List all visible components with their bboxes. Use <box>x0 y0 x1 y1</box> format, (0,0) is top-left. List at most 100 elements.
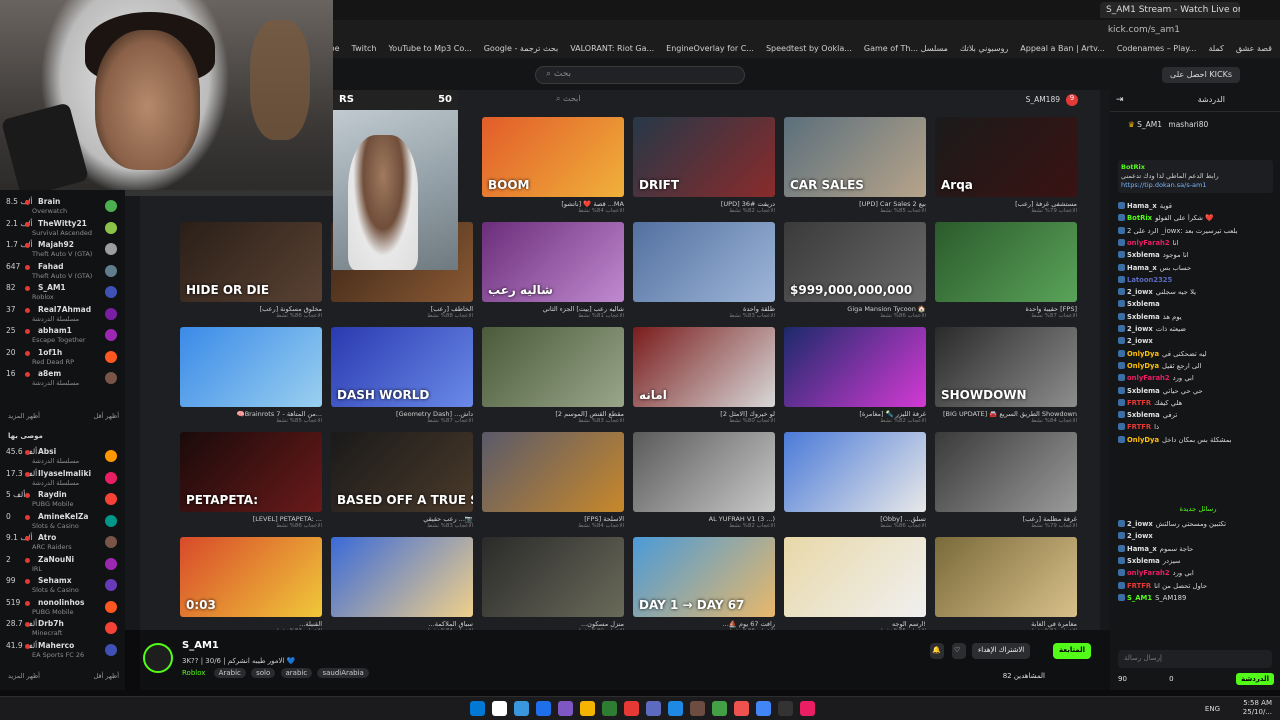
game-thumbnail[interactable]: DRIFT <box>633 117 775 197</box>
channel-avatar[interactable] <box>105 557 117 570</box>
game-title[interactable]: رعب حقيقي ...📷 <box>331 515 473 523</box>
taskbar-app-icon[interactable] <box>756 701 771 716</box>
game-title[interactable]: طلقة واحدة <box>633 305 775 313</box>
points-count[interactable]: 90 <box>1118 675 1127 683</box>
game-title[interactable]: 🧠Brainrots من المتاهة - 7... <box>180 410 322 418</box>
bookmark-item[interactable]: Google - بحث ترجمة <box>484 44 558 56</box>
channel-name[interactable]: abham1 <box>38 326 72 335</box>
bell-icon[interactable]: 🔔 <box>930 643 944 659</box>
bookmark-item[interactable]: قصة عشق <box>1236 44 1272 56</box>
channel-name[interactable]: a8em <box>38 369 61 378</box>
show-more-link[interactable]: أظهر المزيد <box>8 672 40 680</box>
get-kicks-button[interactable]: احصل على KICKs <box>1162 67 1240 83</box>
bookmark-item[interactable]: كملة <box>1208 44 1223 56</box>
language-indicator[interactable]: ENG <box>1205 705 1220 713</box>
channel-avatar[interactable] <box>105 579 117 591</box>
sidebar-channel[interactable]: 41.9 ألف Maherco EA Sports FC 26 <box>0 640 125 661</box>
game-tile[interactable]: مقطع القنص [الموسم 2] الاعجاب 83% نشط <box>482 327 624 424</box>
game-thumbnail[interactable]: HIDE OR DIE <box>180 222 322 302</box>
game-thumbnail[interactable]: Arqa <box>935 117 1077 197</box>
sidebar-channel[interactable]: 647 Fahad Theft Auto V (GTA) <box>0 261 125 282</box>
game-title[interactable]: [UPD] Car Sales 2 بيع <box>784 200 926 208</box>
chat-username[interactable]: Sxblema <box>1127 557 1160 565</box>
game-thumbnail[interactable] <box>482 537 624 617</box>
sidebar-channel[interactable]: 82 S_AM1 Roblox <box>0 282 125 303</box>
sidebar-channel[interactable]: 1.7 ألفMajah92Theft Auto V (GTA) <box>0 239 125 260</box>
sidebar-channel[interactable]: 9.1 ألفAtroARC Raiders <box>0 532 125 553</box>
game-tile[interactable]: DAY 1 → DAY 67...⛵ رافت 67 يومالاعجاب 88… <box>633 537 775 634</box>
sidebar-channel[interactable]: 20 1of1h Red Dead RP <box>0 347 125 368</box>
roblox-username[interactable]: S_AM189 <box>1026 95 1060 104</box>
sidebar-channel[interactable]: 2 ZaNouNi IRL <box>0 554 125 575</box>
tag-pill[interactable]: saudiArabia <box>317 668 369 678</box>
show-more-link[interactable]: أظهر المزيد <box>8 412 40 420</box>
game-title[interactable]: ...سباق الملاكمة <box>331 620 473 628</box>
chat-username[interactable]: Hama_x <box>1127 264 1157 272</box>
game-thumbnail[interactable] <box>935 432 1077 512</box>
channel-name[interactable]: AmineKelZa <box>38 512 88 521</box>
game-title[interactable]: ارسم الوجه! <box>784 620 926 628</box>
pinned-link[interactable]: https://tip.dokan.sa/s-am1 <box>1121 181 1207 189</box>
channel-avatar[interactable] <box>105 643 117 656</box>
game-tile[interactable]: مغامرة في الغابةالاعجاب 81% نشط <box>935 537 1077 634</box>
bookmark-item[interactable]: Twitch <box>352 44 377 56</box>
sidebar-channel[interactable]: 8.5 ألفBrainOverwatch <box>0 196 125 217</box>
bookmark-item[interactable]: روسبوني بلاتك <box>960 44 1008 56</box>
game-title[interactable]: [LEVEL] PETAPETA: ... <box>180 515 322 523</box>
system-clock[interactable]: 5:58 AM 25/10/... <box>1243 699 1272 717</box>
game-thumbnail[interactable] <box>482 432 624 512</box>
channel-name[interactable]: Maherco <box>38 641 74 650</box>
game-thumbnail[interactable]: 0:03 <box>180 537 322 617</box>
game-tile[interactable]: AL YUFRAH V1 (3 ...) الاعجاب 82% نشط <box>633 432 775 529</box>
game-tile[interactable]: ارسم الوجه!الاعجاب 85% نشط <box>784 537 926 634</box>
game-tile[interactable]: طلقة واحدة الاعجاب 83% نشط <box>633 222 775 319</box>
bookmark-item[interactable]: YouTube to Mp3 Co... <box>388 44 471 56</box>
taskbar-app-icon[interactable] <box>800 701 815 716</box>
chat-username[interactable]: 2_iowx <box>1127 337 1153 345</box>
game-thumbnail[interactable]: SHOWDOWN <box>935 327 1077 407</box>
taskbar-app-icon[interactable] <box>602 701 617 716</box>
game-title[interactable]: ...منزل مسكون <box>482 620 624 628</box>
channel-name[interactable]: Brain <box>38 197 60 206</box>
game-thumbnail[interactable]: DAY 1 → DAY 67 <box>633 537 775 617</box>
channel-name[interactable]: S_AM1 <box>38 283 66 292</box>
channel-name[interactable]: nonolinhos <box>38 598 84 607</box>
game-title[interactable]: ...القنبلة <box>180 620 322 628</box>
chat-username[interactable]: OnlyDya <box>1127 362 1159 370</box>
bookmark-item[interactable]: Codenames – Play... <box>1117 44 1197 56</box>
chat-username[interactable]: Sxblema <box>1127 411 1160 419</box>
game-tile[interactable]: DASH WORLD [Geometry Dash] ...داش الاعجاب … <box>331 327 473 424</box>
channel-name[interactable]: Fahad <box>38 262 64 271</box>
channel-avatar[interactable] <box>105 622 117 634</box>
channel-avatar[interactable] <box>105 329 117 341</box>
sidebar-channel[interactable]: 37 Real7Ahmad مسلسلة الدردشة <box>0 304 125 325</box>
roblox-search[interactable]: ⌕ ابحث <box>556 94 716 108</box>
game-thumbnail[interactable] <box>180 327 322 407</box>
game-title[interactable]: مغامرة في الغابة <box>935 620 1077 628</box>
game-tile[interactable]: ...سباق الملاكمةالاعجاب 84% نشط <box>331 537 473 634</box>
notification-badge[interactable]: 9 <box>1066 94 1078 106</box>
chat-send-button[interactable]: الدردشة <box>1236 673 1274 685</box>
taskbar-app-icon[interactable] <box>624 701 639 716</box>
game-tile[interactable]: حقيبة واحدة [FPS] الاعجاب 87% نشط <box>935 222 1077 319</box>
taskbar-app-icon[interactable] <box>646 701 661 716</box>
channel-avatar[interactable] <box>105 307 117 320</box>
browser-tab-active[interactable]: S_AM1 Stream - Watch Live on <box>1100 2 1240 18</box>
game-thumbnail[interactable]: PETAPETA: <box>180 432 322 512</box>
chat-username[interactable]: Hama_x <box>1127 545 1157 553</box>
channel-avatar[interactable] <box>105 243 117 255</box>
game-thumbnail[interactable]: BASED OFF A TRUE STORY <box>331 432 473 512</box>
show-less-link[interactable]: أظهر أقل <box>94 672 119 680</box>
channel-avatar[interactable] <box>105 514 117 527</box>
taskbar-app-icon[interactable] <box>712 701 727 716</box>
chat-username[interactable]: onlyFarah2 <box>1127 239 1170 247</box>
game-thumbnail[interactable] <box>633 432 775 512</box>
chat-username[interactable]: 2_iowx <box>1127 532 1153 540</box>
taskbar-app-icon[interactable] <box>536 701 551 716</box>
game-title[interactable]: مستشفى غرفة [رعب] <box>935 200 1077 208</box>
channel-name[interactable]: Majah92 <box>38 240 74 249</box>
bookmark-item[interactable]: Game of Th... مسلسل <box>864 44 948 56</box>
chat-input[interactable]: إرسال رسالة <box>1118 650 1272 668</box>
stream-category[interactable]: Roblox <box>182 669 205 677</box>
taskbar-app-icon[interactable] <box>492 701 507 716</box>
